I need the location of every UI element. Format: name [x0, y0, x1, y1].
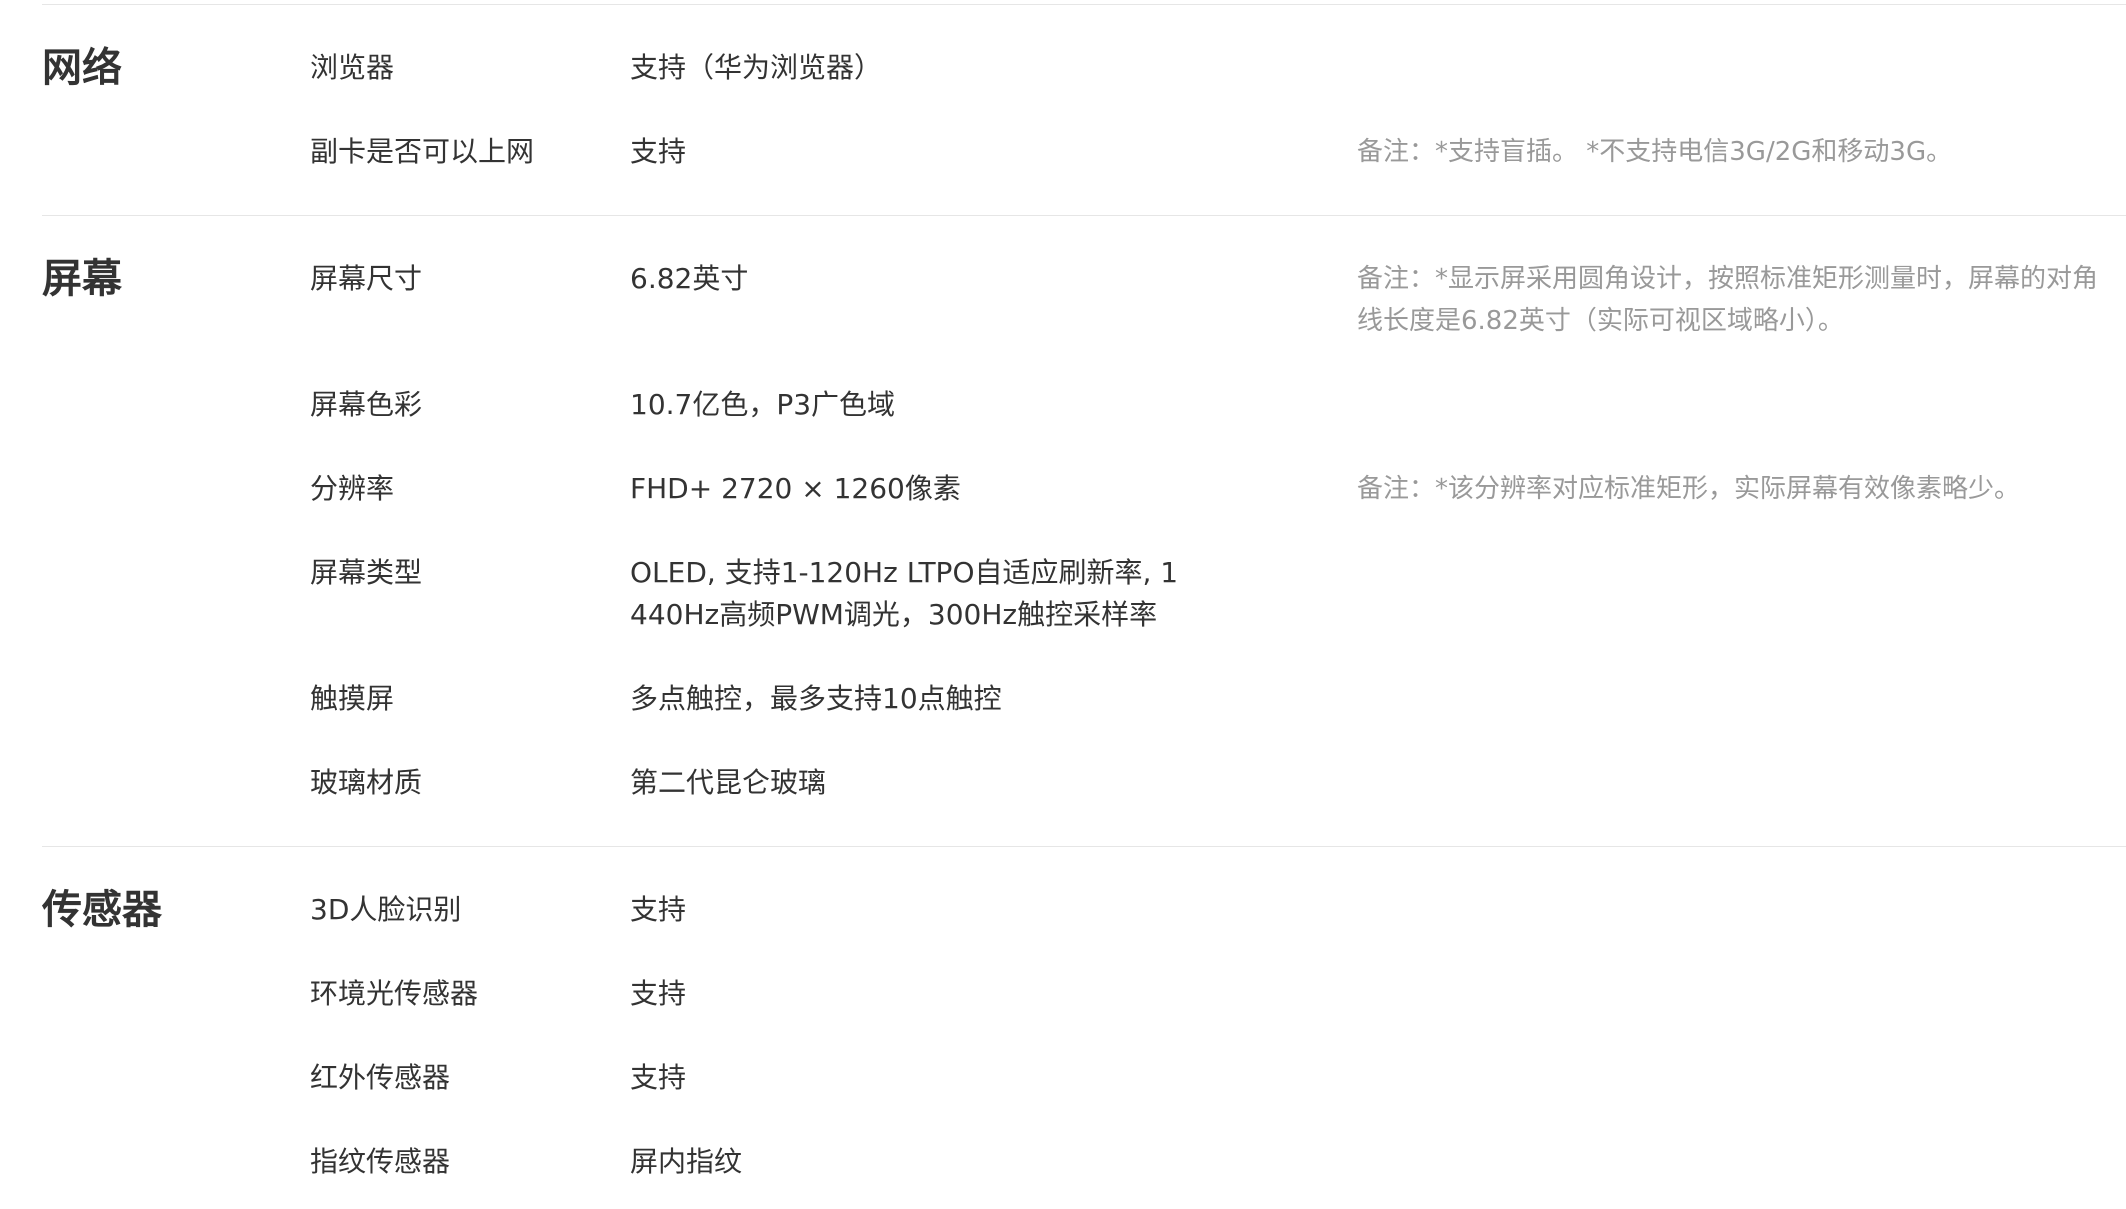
spec-value: 多点触控，最多支持10点触控 [630, 682, 1002, 715]
spec-note: 备注：*该分辨率对应标准矩形，实际屏幕有效像素略少。 [1357, 474, 2021, 504]
spec-value: 第二代昆仑玻璃 [630, 766, 827, 799]
spec-value: 支持 [630, 893, 687, 926]
spec-label: 分辨率 [310, 472, 395, 505]
spec-value: 屏内指纹 [630, 1145, 743, 1178]
spec-value: 6.82英寸 [630, 262, 749, 295]
spec-label: 屏幕类型 [310, 556, 423, 589]
spec-label: 玻璃材质 [310, 766, 423, 799]
spec-label: 屏幕尺寸 [310, 262, 423, 295]
spec-value: 支持 [630, 135, 687, 168]
spec-note: 备注：*显示屏采用圆角设计，按照标准矩形测量时，屏幕的对角线长度是6.82英寸（… [1357, 264, 2099, 336]
divider [42, 4, 2126, 5]
divider [42, 215, 2126, 216]
spec-label: 浏览器 [310, 51, 395, 84]
spec-value: 10.7亿色，P3广色域 [630, 388, 896, 421]
section-title-sensors: 传感器 [42, 887, 162, 933]
spec-label: 副卡是否可以上网 [310, 135, 535, 168]
spec-page: 网络 浏览器 支持（华为浏览器） 副卡是否可以上网 支持 备注：*支持盲插。 *… [0, 0, 2126, 1209]
spec-label: 触摸屏 [310, 682, 395, 715]
section-title-network: 网络 [42, 45, 122, 91]
section-title-screen: 屏幕 [42, 256, 122, 302]
spec-value: 支持 [630, 977, 687, 1010]
spec-label: 环境光传感器 [310, 977, 479, 1010]
spec-label: 指纹传感器 [310, 1145, 451, 1178]
spec-label: 屏幕色彩 [310, 388, 423, 421]
spec-label: 红外传感器 [310, 1061, 451, 1094]
divider [42, 846, 2126, 847]
spec-value: FHD+ 2720 × 1260像素 [630, 472, 961, 505]
spec-value: 支持（华为浏览器） [630, 51, 883, 84]
spec-note: 备注：*支持盲插。 *不支持电信3G/2G和移动3G。 [1357, 137, 1953, 167]
spec-value: OLED, 支持1-120Hz LTPO自适应刷新率, 1440Hz高频PWM调… [630, 556, 1179, 631]
spec-value: 支持 [630, 1061, 687, 1094]
spec-label: 3D人脸识别 [310, 893, 462, 926]
